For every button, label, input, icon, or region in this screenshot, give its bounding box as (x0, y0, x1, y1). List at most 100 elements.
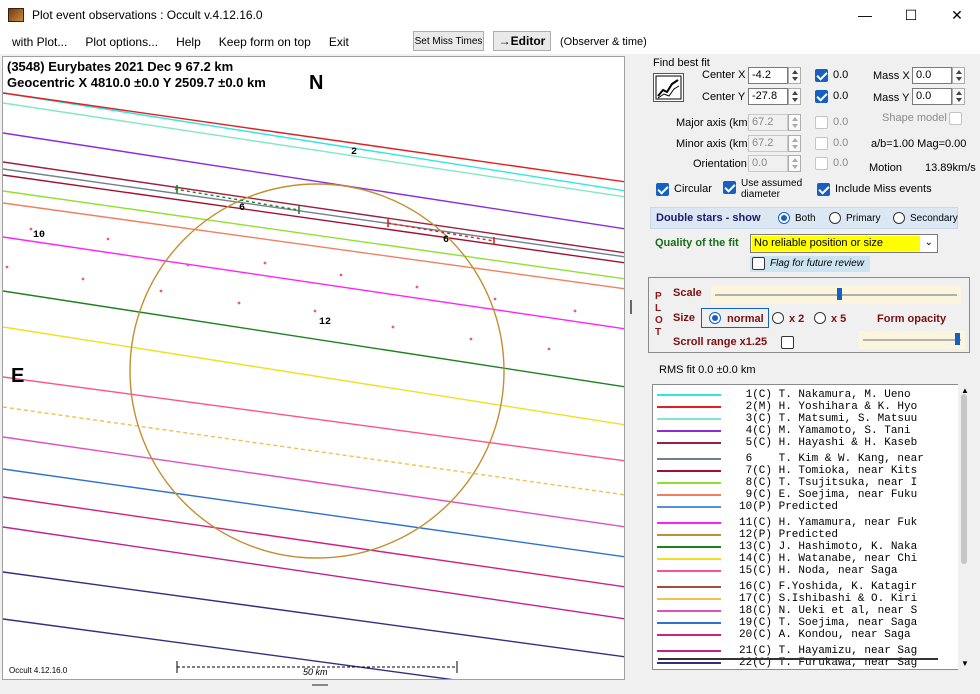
center-x-input[interactable]: -4.2 (748, 67, 788, 84)
minor-axis-spinner[interactable] (788, 135, 801, 152)
minor-axis-checkbox[interactable] (815, 137, 828, 150)
scale-bar-label: 50 km (303, 667, 328, 677)
center-x-checkbox[interactable] (815, 69, 828, 82)
chord-line (3, 132, 624, 230)
chord-line (3, 376, 624, 462)
menu-keep-on-top[interactable]: Keep form on top (211, 35, 319, 49)
chord-line (3, 236, 624, 330)
size-x2-label: x 2 (789, 313, 805, 325)
miss-point (5, 265, 9, 269)
major-axis-input[interactable]: 67.2 (748, 114, 788, 131)
maximize-button[interactable]: ☐ (888, 0, 934, 30)
chord-line (3, 92, 624, 183)
close-button[interactable]: ✕ (934, 0, 980, 30)
legend-row: 18(C) N. Ueki et al, near S (653, 605, 953, 617)
orientation-checkbox[interactable] (815, 157, 828, 170)
center-y-checkbox[interactable] (815, 90, 828, 103)
plot-letter-l: L (655, 303, 662, 314)
splitter-handle[interactable] (630, 300, 632, 314)
center-y-input[interactable]: -27.8 (748, 88, 788, 105)
miss-point (493, 297, 497, 301)
chord-number-label: 12 (319, 317, 331, 328)
set-miss-times-button[interactable]: Set Miss Times (413, 31, 484, 51)
legend-hscroll-bar[interactable] (658, 658, 938, 660)
scale-slider[interactable] (711, 286, 961, 304)
menu-with-plot[interactable]: with Plot... (0, 35, 75, 49)
flag-review-checkbox[interactable] (752, 257, 765, 270)
legend-color-line (657, 506, 721, 508)
chord-number-label: 6 (443, 235, 449, 246)
menu-bar: with Plot... Plot options... Help Keep f… (0, 30, 980, 54)
minimize-button[interactable]: — (842, 0, 888, 30)
shape-model-checkbox[interactable] (949, 112, 962, 125)
size-normal-radio[interactable] (709, 312, 721, 324)
include-miss-checkbox[interactable] (817, 183, 830, 196)
legend-text: 9(C) E. Soejima, near Fuku (739, 489, 918, 501)
circular-checkbox[interactable] (656, 183, 669, 196)
legend-row: 10(P) Predicted (653, 501, 953, 513)
legend-row: 2(M) H. Yoshihara & K. Hyo (653, 401, 953, 413)
legend-row: 16(C) F.Yoshida, K. Katagir (653, 581, 953, 593)
plot-canvas[interactable]: 2 6 6 10 12 (3548) Eurybates 2021 Dec 9 67.2… (2, 56, 625, 680)
flag-review-label: Flag for future review (770, 258, 864, 269)
mass-y-spinner[interactable] (952, 88, 965, 105)
observer-legend-list[interactable]: 1(C) T. Nakamura, M. Ueno 2(M) H. Yoshih… (652, 384, 970, 670)
legend-color-line (657, 394, 721, 396)
legend-text: 20(C) A. Kondou, near Saga (739, 629, 911, 641)
menu-help[interactable]: Help (168, 35, 209, 49)
legend-color-line (657, 662, 721, 664)
bottom-resize-handle[interactable] (312, 684, 328, 686)
legend-color-line (657, 650, 721, 652)
major-axis-label: Major axis (km) (676, 117, 752, 129)
chord-number-label: 6 (239, 203, 245, 214)
major-axis-checkbox[interactable] (815, 116, 828, 129)
editor-button[interactable]: →Editor (493, 31, 551, 51)
miss-point (237, 301, 241, 305)
ab-mag-label: a/b=1.00 Mag=0.00 (871, 138, 967, 150)
miss-point (159, 289, 163, 293)
legend-scrollbar[interactable]: ▲ ▼ (958, 384, 970, 670)
fit-button[interactable] (653, 73, 684, 102)
window-title: Plot event observations : Occult v.4.12.… (32, 8, 263, 22)
assumed-diameter-checkbox[interactable] (723, 181, 736, 194)
orientation-input[interactable]: 0.0 (748, 155, 788, 172)
size-x5-radio[interactable] (814, 312, 826, 324)
minor-axis-input[interactable]: 67.2 (748, 135, 788, 152)
legend-color-line (657, 406, 721, 408)
legend-row: 12(P) Predicted (653, 529, 953, 541)
form-opacity-slider[interactable] (859, 331, 965, 349)
legend-text: 4(C) M. Yamamoto, S. Tani (739, 425, 911, 437)
center-x-spinner[interactable] (788, 67, 801, 84)
menu-plot-options[interactable]: Plot options... (77, 35, 166, 49)
legend-row: 4(C) M. Yamamoto, S. Tani (653, 425, 953, 437)
primary-radio[interactable] (829, 212, 841, 224)
orientation-spinner[interactable] (788, 155, 801, 172)
center-y-spinner[interactable] (788, 88, 801, 105)
orientation-label: Orientation (693, 158, 747, 170)
mass-x-input[interactable]: 0.0 (912, 67, 952, 84)
major-axis-spinner[interactable] (788, 114, 801, 131)
motion-label: Motion (869, 162, 903, 174)
occult-window: Plot event observations : Occult v.4.12.… (0, 0, 980, 694)
legend-text: 8(C) T. Tsujitsuka, near I (739, 477, 918, 489)
legend-text: 15(C) H. Noda, near Saga (739, 565, 898, 577)
both-radio[interactable] (778, 212, 790, 224)
size-x2-radio[interactable] (772, 312, 784, 324)
menu-exit[interactable]: Exit (321, 35, 357, 49)
legend-color-line (657, 546, 721, 548)
size-x5-label: x 5 (831, 313, 847, 325)
quality-dropdown[interactable]: No reliable position or size ⌄ (750, 234, 938, 253)
mass-y-input[interactable]: 0.0 (912, 88, 952, 105)
legend-scroll-thumb[interactable] (961, 394, 967, 564)
center-x-check-value: 0.0 (833, 69, 849, 81)
scale-slider-thumb[interactable] (837, 288, 842, 300)
legend-text: 5(C) H. Hayashi & H. Kaseb (739, 437, 918, 449)
minor-axis-label: Minor axis (km) (676, 138, 752, 150)
secondary-radio[interactable] (893, 212, 905, 224)
mass-x-spinner[interactable] (952, 67, 965, 84)
legend-text: 17(C) S.Ishibashi & O. Kiri (739, 593, 918, 605)
form-opacity-slider-thumb[interactable] (955, 333, 960, 345)
scroll-range-checkbox[interactable] (781, 336, 794, 349)
legend-color-line (657, 534, 721, 536)
scroll-down-icon[interactable]: ▼ (961, 659, 969, 668)
